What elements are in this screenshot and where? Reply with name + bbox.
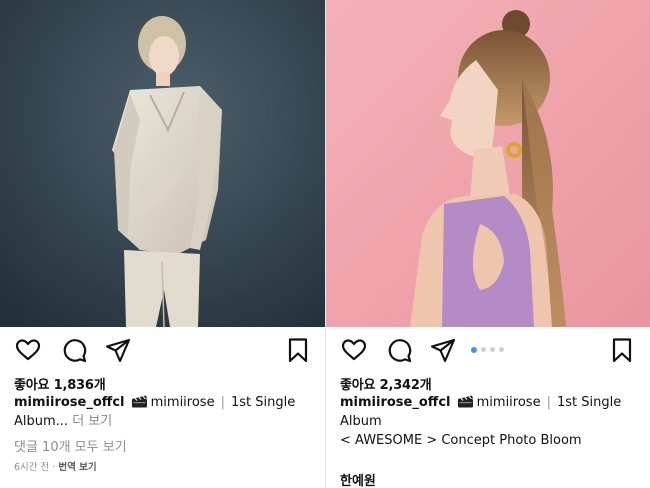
post-caption: mimiirose_offcl mimiirose | 1st Single Alb… — [340, 393, 642, 450]
caption-mention[interactable]: mimiirose — [151, 395, 215, 410]
post-action-bar — [0, 336, 325, 364]
save-button[interactable] — [608, 336, 636, 364]
carousel-dot — [481, 347, 486, 352]
like-button[interactable] — [14, 336, 42, 364]
post-meta: 6시간 전 · 번역 보기 — [14, 459, 97, 473]
post-card-left: 좋아요 1,836개 mimiirose_offcl mimiirose | 1st… — [0, 0, 325, 488]
send-paper-plane-icon — [105, 338, 131, 363]
photo-white-suit-portrait — [0, 0, 325, 327]
caption-text-line3: < AWESOME > Concept Photo Bloom — [340, 433, 582, 448]
comment-button[interactable] — [385, 336, 413, 364]
post-card-right: 좋아요 2,342개 mimiirose_offcl mimiirose | 1st… — [326, 0, 650, 488]
send-paper-plane-icon — [430, 338, 456, 363]
caption-text: 1st Single — [556, 395, 622, 410]
bookmark-icon — [288, 338, 308, 363]
carousel-indicator — [471, 346, 511, 353]
comment-bubble-icon — [63, 339, 87, 363]
caption-text-line2: Album — [340, 414, 382, 429]
clapper-board-icon — [131, 395, 147, 408]
bookmark-icon — [612, 338, 632, 363]
like-count[interactable]: 좋아요 1,836개 — [14, 374, 106, 393]
carousel-dot — [490, 347, 495, 352]
more-link[interactable]: 더 보기 — [72, 414, 112, 429]
comment-button[interactable] — [60, 336, 88, 364]
post-timestamp: 6시간 전 — [14, 462, 50, 473]
clapper-board-icon — [457, 395, 473, 408]
heart-icon — [15, 339, 41, 361]
like-count[interactable]: 좋아요 2,342개 — [340, 374, 432, 393]
post-photo[interactable] — [0, 0, 325, 327]
translate-link[interactable]: 번역 보기 — [58, 462, 96, 473]
carousel-dot-active — [471, 346, 477, 353]
save-button[interactable] — [284, 336, 312, 364]
post-caption: mimiirose_offcl mimiirose | 1st Single Alb… — [14, 393, 317, 431]
caption-mention[interactable]: mimiirose — [477, 395, 541, 410]
share-button[interactable] — [429, 336, 457, 364]
like-button[interactable] — [340, 336, 368, 364]
share-button[interactable] — [104, 336, 132, 364]
carousel-dot — [499, 347, 504, 352]
caption-separator: | — [546, 395, 551, 410]
caption-username[interactable]: mimiirose_offcl — [340, 395, 450, 410]
caption-text-line2: Album... — [14, 414, 69, 429]
comment-bubble-icon — [388, 339, 412, 363]
caption-username[interactable]: mimiirose_offcl — [14, 395, 124, 410]
heart-icon — [341, 339, 367, 361]
view-all-comments-link[interactable]: 댓글 10개 모두 보기 — [14, 436, 127, 455]
caption-separator: | — [220, 395, 225, 410]
caption-text: 1st Single — [230, 395, 296, 410]
photo-pink-background-portrait — [326, 0, 650, 327]
post-photo[interactable] — [326, 0, 650, 327]
meta-separator: · — [52, 462, 56, 473]
comment-username[interactable]: 한예원 — [340, 470, 376, 488]
